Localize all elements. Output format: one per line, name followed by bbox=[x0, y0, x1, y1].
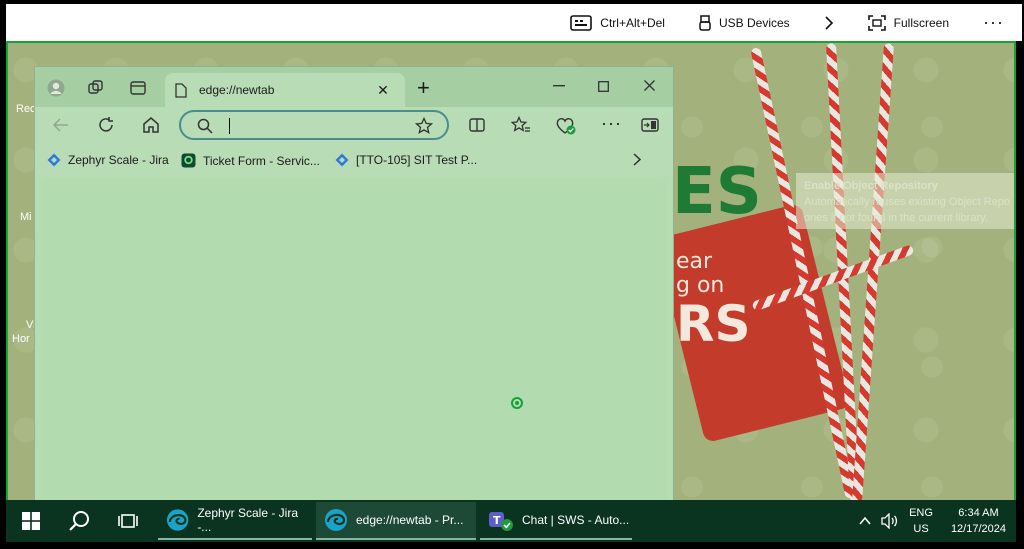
clock-time: 6:34 AM bbox=[958, 507, 999, 519]
minimize-icon[interactable] bbox=[553, 85, 565, 87]
remote-session-toolbar: Ctrl+Alt+Del USB Devices Fullscreen ··· bbox=[6, 4, 1022, 41]
language-label: ENG bbox=[909, 507, 933, 519]
chevron-right-icon[interactable] bbox=[633, 153, 641, 166]
clock[interactable]: 6:34 AM 12/17/2024 bbox=[951, 505, 1006, 537]
ctrl-alt-del-label: Ctrl+Alt+Del bbox=[600, 15, 665, 30]
tab-title: edge://newtab bbox=[199, 83, 275, 97]
desktop-icon-label[interactable]: Hor bbox=[12, 333, 30, 345]
tab-newtab[interactable]: edge://newtab ✕ bbox=[165, 73, 405, 107]
keyboard-icon bbox=[570, 14, 593, 31]
search-button[interactable] bbox=[68, 500, 92, 542]
page-content[interactable] bbox=[41, 179, 667, 509]
favorite-label: [TTO-105] SIT Test P... bbox=[356, 153, 478, 167]
cursor-target-icon bbox=[511, 397, 523, 409]
svg-text:T: T bbox=[493, 514, 501, 527]
fullscreen-button[interactable]: Fullscreen bbox=[867, 14, 950, 31]
workspaces-icon[interactable] bbox=[87, 79, 105, 97]
tooltip-line: ones if not found in the current library… bbox=[804, 212, 988, 224]
region-label: US bbox=[913, 523, 929, 535]
taskbar-app-label: edge://newtab - Pr... bbox=[356, 513, 464, 527]
settings-more-icon[interactable]: ··· bbox=[601, 113, 622, 134]
teams-icon: T bbox=[489, 512, 513, 531]
home-icon[interactable] bbox=[142, 116, 160, 134]
sidebar-toggle-icon[interactable] bbox=[641, 118, 659, 132]
favorite-ticket-form[interactable]: Ticket Form - Servic... bbox=[181, 153, 320, 168]
maximize-icon[interactable] bbox=[598, 81, 609, 92]
task-view-button[interactable] bbox=[118, 500, 138, 542]
desktop-icon-label[interactable]: Rec bbox=[16, 103, 36, 115]
wallpaper-tag-text: ear bbox=[676, 249, 713, 274]
taskbar-app-zephyr[interactable]: Zephyr Scale - Jira -... bbox=[158, 502, 312, 540]
favorite-zephyr[interactable]: Zephyr Scale - Jira bbox=[47, 153, 169, 167]
usb-icon bbox=[699, 14, 711, 31]
jira-icon bbox=[335, 153, 349, 167]
edge-icon bbox=[166, 509, 189, 531]
chevron-up-icon[interactable] bbox=[859, 517, 871, 525]
refresh-icon[interactable] bbox=[97, 116, 115, 134]
taskbar-app-label: Chat | SWS - Auto... bbox=[522, 513, 630, 527]
fullscreen-icon bbox=[867, 14, 886, 31]
task-view-icon bbox=[118, 514, 138, 528]
page-icon bbox=[175, 82, 187, 98]
chevron-right-icon bbox=[825, 15, 833, 30]
more-options-button[interactable]: ··· bbox=[983, 12, 1004, 33]
desktop-icon-label[interactable]: Mi bbox=[20, 211, 32, 223]
chevron-right-button[interactable] bbox=[824, 15, 834, 30]
split-screen-icon[interactable] bbox=[468, 116, 486, 134]
favorite-label: Zephyr Scale - Jira bbox=[68, 153, 169, 167]
taskbar-app-teams[interactable]: T Chat | SWS - Auto... bbox=[480, 502, 632, 540]
search-icon bbox=[197, 118, 213, 134]
search-icon bbox=[69, 511, 89, 531]
taskbar-app-label: Zephyr Scale - Jira -... bbox=[197, 506, 299, 534]
back-icon[interactable] bbox=[53, 118, 69, 132]
tab-actions-icon[interactable] bbox=[129, 79, 147, 97]
tooltip-line: Automatically reuses existing Object Rep… bbox=[804, 196, 1011, 208]
jira-icon bbox=[47, 153, 61, 167]
object-repository-tooltip: Enable Object Repository Automatically r… bbox=[796, 173, 1014, 229]
tooltip-title: Enable Object Repository bbox=[804, 180, 938, 192]
wallpaper-tag-text: RS bbox=[676, 295, 751, 353]
system-tray: ENG US 6:34 AM 12/17/2024 bbox=[859, 500, 1010, 542]
fullscreen-label: Fullscreen bbox=[893, 15, 950, 30]
ctrl-alt-del-button[interactable]: Ctrl+Alt+Del bbox=[570, 14, 665, 31]
edge-window: edge://newtab ✕ + ··· Zephyr Scale - Jir… bbox=[34, 66, 674, 509]
taskbar-app-edge-newtab[interactable]: edge://newtab - Pr... bbox=[316, 502, 476, 540]
language-indicator[interactable]: ENG US bbox=[909, 505, 933, 537]
favorites-bar: Zephyr Scale - Jira Ticket Form - Servic… bbox=[35, 145, 673, 175]
clock-date: 12/17/2024 bbox=[950, 523, 1006, 535]
favorite-label: Ticket Form - Servic... bbox=[203, 153, 320, 168]
volume-icon[interactable] bbox=[881, 513, 899, 529]
usb-devices-label: USB Devices bbox=[718, 15, 790, 30]
edge-icon bbox=[325, 509, 347, 531]
navigation-toolbar: ··· bbox=[35, 107, 673, 145]
close-tab-icon[interactable]: ✕ bbox=[373, 82, 393, 99]
usb-devices-button[interactable]: USB Devices bbox=[699, 14, 790, 31]
windows-icon bbox=[22, 512, 40, 530]
start-button[interactable] bbox=[22, 500, 40, 542]
servicenow-icon bbox=[181, 153, 196, 168]
new-tab-button[interactable]: + bbox=[417, 75, 430, 101]
close-window-icon[interactable] bbox=[644, 80, 655, 91]
profile-icon[interactable] bbox=[47, 79, 65, 97]
favorites-icon[interactable] bbox=[511, 116, 531, 134]
address-bar[interactable] bbox=[179, 110, 449, 140]
tab-bar: edge://newtab ✕ + bbox=[35, 67, 673, 107]
favorite-tto-105[interactable]: [TTO-105] SIT Test P... bbox=[335, 153, 477, 167]
text-caret bbox=[229, 118, 230, 134]
browser-essentials-icon[interactable] bbox=[555, 116, 577, 136]
favorite-star-icon[interactable] bbox=[415, 117, 433, 135]
taskbar: Zephyr Scale - Jira -... edge://newtab -… bbox=[6, 500, 1016, 542]
